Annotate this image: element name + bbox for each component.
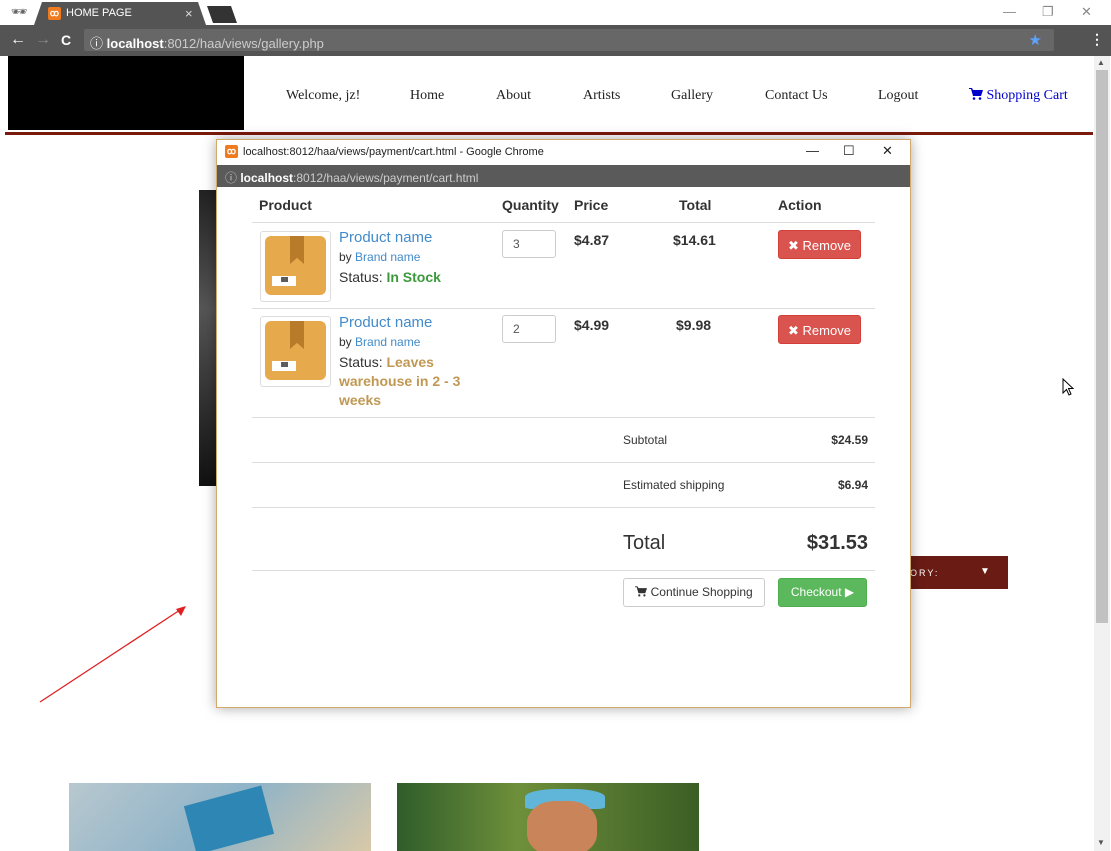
forward-icon[interactable]: → (35, 31, 51, 49)
site-info-icon[interactable]: ⓘ (90, 36, 103, 51)
product-image: IIIIIII (260, 231, 331, 302)
popup-address-bar: ⓘ localhost:8012/haa/views/payment/cart.… (217, 165, 910, 187)
divider (252, 507, 875, 508)
site-logo[interactable] (8, 56, 244, 130)
minimize-icon[interactable]: — (1003, 4, 1016, 19)
browser-tab-strip: 🕶 ꝏ HOME PAGE × — ❐ ✕ (0, 0, 1111, 25)
continue-shopping-button[interactable]: Continue Shopping (623, 578, 765, 607)
subtotal-label: Subtotal (623, 433, 668, 447)
total-value: $31.53 (806, 532, 868, 554)
scroll-up-icon[interactable]: ▲ (1097, 58, 1105, 67)
header-action: Action (778, 197, 822, 213)
product-brand-line: by Brand name (339, 335, 421, 349)
xampp-favicon-icon: ꝏ (48, 7, 61, 20)
subtotal-value: $24.59 (831, 433, 868, 447)
divider (252, 417, 875, 418)
tab-title: HOME PAGE (66, 7, 132, 19)
header-price: Price (574, 197, 609, 213)
divider (252, 570, 875, 571)
brand-link[interactable]: Brand name (355, 250, 420, 264)
package-icon: IIIIIII (265, 321, 326, 380)
reload-icon[interactable]: C (61, 31, 71, 49)
mouse-cursor-icon (1062, 378, 1075, 396)
quantity-input[interactable]: 3 (502, 230, 556, 258)
nav-artists[interactable]: Artists (583, 88, 620, 104)
product-name-link[interactable]: Product name (339, 229, 432, 246)
divider (252, 222, 875, 223)
category-label: ORY: (910, 568, 940, 578)
popup-url-host: localhost (240, 171, 294, 185)
continue-shopping-label: Continue Shopping (650, 585, 753, 599)
cart-icon (635, 586, 648, 597)
header-divider (5, 132, 1093, 135)
cart-popup-window: ꝏ localhost:8012/haa/views/payment/cart.… (216, 139, 911, 708)
product-image: IIIIIII (260, 316, 331, 387)
welcome-text: Welcome, jz! (286, 88, 361, 103)
background-artwork (199, 190, 217, 486)
header-product: Product (259, 197, 312, 213)
divider (252, 308, 875, 309)
nav-logout[interactable]: Logout (878, 88, 918, 104)
gallery-artwork-2[interactable] (397, 783, 699, 851)
brand-link[interactable]: Brand name (355, 335, 420, 349)
item-total: $9.98 (676, 317, 712, 333)
quantity-input[interactable]: 2 (502, 315, 556, 343)
browser-menu-icon[interactable]: ⋮ (1090, 31, 1104, 48)
popup-url-path: :8012/haa/views/payment/cart.html (293, 171, 479, 185)
remove-button[interactable]: ✖ Remove (778, 315, 861, 344)
address-bar-row: ← → C ⓘ localhost:8012/haa/views/gallery… (0, 25, 1111, 56)
nav-shopping-cart[interactable]: Shopping Cart (969, 88, 1068, 104)
bookmark-star-icon[interactable]: ★ (1029, 31, 1042, 49)
product-name-link[interactable]: Product name (339, 314, 432, 331)
product-status: Status: In Stock (339, 269, 441, 285)
status-in-stock: In Stock (386, 269, 441, 285)
category-dropdown[interactable]: ORY: ▼ (908, 556, 1008, 589)
shipping-label: Estimated shipping (623, 478, 725, 492)
header-quantity: Quantity (502, 197, 559, 213)
popup-titlebar: ꝏ localhost:8012/haa/views/payment/cart.… (217, 140, 910, 165)
product-brand-line: by Brand name (339, 250, 421, 264)
restore-icon[interactable]: ❐ (1042, 4, 1054, 20)
nav-home[interactable]: Home (410, 88, 444, 104)
cart-link-label: Shopping Cart (986, 88, 1068, 103)
new-tab-button[interactable] (207, 6, 237, 23)
popup-window-title: localhost:8012/haa/views/payment/cart.ht… (243, 146, 544, 158)
item-price: $4.87 (574, 232, 610, 248)
incognito-icon: 🕶 (10, 4, 28, 19)
popup-maximize-icon[interactable]: ☐ (843, 143, 855, 159)
close-window-icon[interactable]: ✕ (1081, 4, 1092, 20)
nav-about[interactable]: About (496, 88, 531, 104)
url-path: :8012/haa/views/gallery.php (163, 36, 324, 51)
nav-contact[interactable]: Contact Us (765, 88, 828, 104)
scroll-down-icon[interactable]: ▼ (1097, 838, 1105, 847)
total-label: Total (623, 532, 666, 554)
url-host: localhost (106, 36, 164, 51)
tab-close-icon[interactable]: × (185, 6, 193, 21)
scrollbar-thumb[interactable] (1096, 70, 1108, 623)
package-icon: IIIIIII (265, 236, 326, 295)
cart-icon (969, 88, 983, 100)
back-icon[interactable]: ← (10, 31, 26, 49)
page-scrollbar[interactable]: ▲ ▼ (1094, 56, 1110, 851)
popup-minimize-icon[interactable]: — (806, 143, 819, 158)
remove-button[interactable]: ✖ Remove (778, 230, 861, 259)
url-field[interactable]: ⓘ localhost:8012/haa/views/gallery.php ★ (84, 29, 1054, 51)
header-total: Total (679, 197, 712, 213)
product-status: Status: Leaves warehouse in 2 - 3 weeks (339, 354, 461, 408)
gallery-artwork-1[interactable] (69, 783, 371, 851)
browser-tab-home[interactable]: ꝏ HOME PAGE × (34, 2, 206, 25)
shipping-value: $6.94 (837, 478, 868, 492)
divider (252, 462, 875, 463)
item-price: $4.99 (574, 317, 610, 333)
item-total: $14.61 (673, 232, 716, 248)
nav-gallery[interactable]: Gallery (671, 88, 713, 104)
popup-close-icon[interactable]: ✕ (882, 143, 893, 159)
checkout-button[interactable]: Checkout ▶ (778, 578, 867, 607)
chevron-down-icon: ▼ (980, 566, 990, 577)
xampp-favicon-icon: ꝏ (225, 145, 238, 158)
